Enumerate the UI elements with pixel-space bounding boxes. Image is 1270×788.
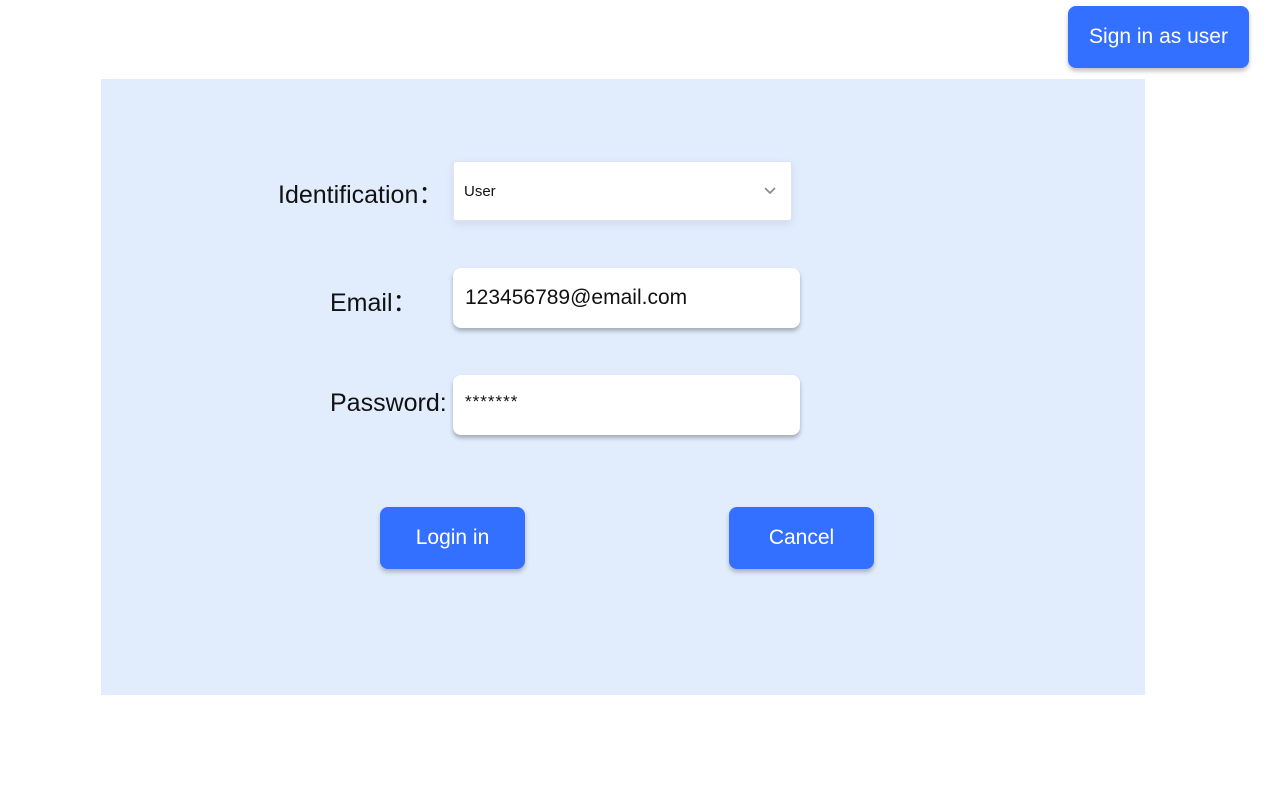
email-label: Email： [330,289,418,317]
email-field[interactable]: 123456789@email.com [453,268,800,328]
chevron-down-icon [763,184,777,198]
identification-select[interactable]: User [453,161,792,221]
login-form-panel: Identification： User Email： 123456789@em… [101,79,1145,695]
login-page: Sign in as user Identification： User Ema… [0,0,1270,788]
identification-select-value: User [464,182,496,200]
identification-label: Identification： [278,181,444,209]
sign-in-as-user-button[interactable]: Sign in as user [1068,6,1249,68]
password-field-value: ******* [465,392,519,411]
email-field-value: 123456789@email.com [465,286,688,309]
login-button[interactable]: Login in [380,507,525,569]
password-field[interactable]: ******* [453,375,800,435]
cancel-button[interactable]: Cancel [729,507,874,569]
password-label: Password: [330,389,447,417]
